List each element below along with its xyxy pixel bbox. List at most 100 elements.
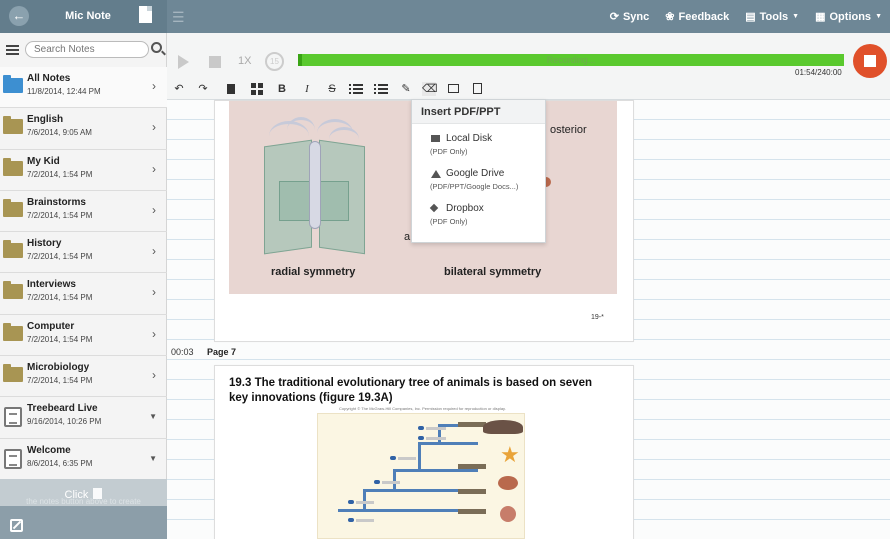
slide-text-fragment: a <box>404 231 411 243</box>
sidebar-item-microbiology[interactable]: Microbiology 7/2/2014, 1:54 PM › <box>0 356 167 398</box>
sidebar-item-treebeard-live[interactable]: Treebeard Live 9/16/2014, 10:26 PM ▼ <box>0 397 167 439</box>
chevron-right-icon: › <box>152 79 156 93</box>
sidebar-item-history[interactable]: History 7/2/2014, 1:54 PM › <box>0 232 167 274</box>
insert-image-icon[interactable] <box>448 84 459 93</box>
table-icon[interactable] <box>250 82 264 96</box>
top-nav: ⟳ Sync ❀ Feedback ▤ Tools ▼ ▦ Options ▼ <box>610 0 882 33</box>
strikethrough-icon[interactable]: S <box>325 82 339 96</box>
chevron-right-icon: › <box>152 368 156 383</box>
sidebar-header: ← Mic Note <box>0 0 167 33</box>
insert-from-google-drive[interactable]: Google Drive (PDF/PPT/Google Docs...) <box>412 159 545 194</box>
radial-symmetry-caption: radial symmetry <box>271 266 356 278</box>
folder-icon <box>3 157 23 176</box>
top-bar: ← Mic Note ☰ ⟳ Sync ❀ Feedback ▤ Tools ▼… <box>0 0 890 33</box>
slide-page-number: 19-* <box>591 314 604 321</box>
crustacean-illustration <box>498 476 518 490</box>
starfish-illustration: ★ <box>500 442 520 467</box>
folder-icon <box>3 75 23 93</box>
highlighter-icon[interactable]: ✎ <box>399 82 413 96</box>
recording-progress-bar[interactable]: Recording... <box>298 54 844 66</box>
numbered-list-icon[interactable] <box>374 82 389 96</box>
sidebar-item-welcome[interactable]: Welcome 8/6/2014, 6:35 PM ▼ <box>0 439 167 480</box>
sidebar-footer <box>0 506 167 539</box>
new-note-icon[interactable] <box>139 6 152 23</box>
menu-icon[interactable]: ☰ <box>172 9 185 26</box>
list-view-icon[interactable] <box>6 45 19 55</box>
create-note-hint-subtext: the notes button above to create <box>26 497 141 506</box>
sidebar-item-my-kid[interactable]: My Kid 7/2/2014, 1:54 PM › <box>0 150 167 191</box>
chevron-right-icon: › <box>152 326 156 341</box>
play-button[interactable] <box>178 55 189 69</box>
folder-icon <box>3 322 23 341</box>
sidebar: All Notes 11/8/2014, 12:44 PM › English … <box>0 33 167 539</box>
compose-icon[interactable] <box>10 519 23 532</box>
playback-speed[interactable]: 1X <box>238 55 251 67</box>
sidebar-item-brainstorms[interactable]: Brainstorms 7/2/2014, 1:54 PM › <box>0 191 167 233</box>
folder-icon <box>3 116 23 135</box>
bookmark-icon[interactable] <box>227 84 235 94</box>
toolbox-icon: ▤ <box>745 11 756 23</box>
tools-menu[interactable]: ▤ Tools ▼ <box>745 10 800 24</box>
insert-pdf-icon[interactable] <box>473 83 482 94</box>
audio-timestamp[interactable]: 00:03 <box>171 347 194 357</box>
slide-title: 19.3 The traditional evolutionary tree o… <box>229 377 593 404</box>
sync-button[interactable]: ⟳ Sync <box>609 10 650 24</box>
dropbox-icon <box>429 203 439 213</box>
sync-icon: ⟳ <box>609 11 619 23</box>
redo-icon[interactable]: ↷ <box>196 82 210 96</box>
caret-down-icon: ▼ <box>875 13 882 20</box>
sidebar-item-all-notes[interactable]: All Notes 11/8/2014, 12:44 PM › <box>0 67 167 109</box>
sidebar-item-computer[interactable]: Computer 7/2/2014, 1:54 PM › <box>0 315 167 357</box>
search-input[interactable] <box>25 41 149 58</box>
folder-icon <box>3 364 23 383</box>
feedback-button[interactable]: ❀ Feedback <box>665 10 729 24</box>
notebook-icon <box>4 407 22 428</box>
chevron-right-icon: › <box>152 161 156 176</box>
page-label: Page 7 <box>207 347 237 357</box>
insert-pdf-menu: Insert PDF/PPT Local Disk (PDF Only) Goo… <box>411 99 546 243</box>
hydra-illustration <box>259 117 367 255</box>
skip-back-button[interactable]: 15 <box>265 52 284 71</box>
format-toolbar: ↶ ↷ B I S ✎ ⌫ <box>167 78 890 100</box>
sidebar-item-interviews[interactable]: Interviews 7/2/2014, 1:54 PM › <box>0 273 167 315</box>
italic-icon[interactable]: I <box>300 82 314 96</box>
caret-down-icon: ▼ <box>792 13 800 20</box>
bold-icon[interactable]: B <box>275 82 289 96</box>
stop-recording-button[interactable] <box>853 44 887 78</box>
google-drive-icon <box>431 170 441 178</box>
feedback-icon: ❀ <box>665 11 675 23</box>
search-row <box>0 38 167 64</box>
hard-disk-icon <box>431 135 440 142</box>
worm-illustration <box>500 506 516 522</box>
options-menu[interactable]: ▦ Options ▼ <box>815 10 882 24</box>
insert-from-dropbox[interactable]: Dropbox (PDF Only) <box>412 194 545 229</box>
recording-bar: 1X 15 Recording... 01:54/240:00 <box>167 33 890 78</box>
folder-icon <box>3 281 23 300</box>
chevron-down-icon[interactable]: ▼ <box>149 412 157 421</box>
chevron-right-icon: › <box>152 244 156 259</box>
stop-playback-button[interactable] <box>209 56 221 68</box>
insert-from-local-disk[interactable]: Local Disk (PDF Only) <box>412 124 545 159</box>
chevron-right-icon: › <box>152 202 156 217</box>
bilateral-symmetry-caption: bilateral symmetry <box>444 266 542 278</box>
notebook-list: All Notes 11/8/2014, 12:44 PM › English … <box>0 67 167 480</box>
chevron-right-icon: › <box>152 120 156 135</box>
notebook-icon <box>4 448 22 469</box>
folder-icon <box>3 198 23 217</box>
bat-illustration <box>483 414 523 440</box>
recording-time: 01:54/240:00 <box>795 68 842 77</box>
slide-text-posterior: osterior <box>550 124 587 136</box>
eraser-icon[interactable]: ⌫ <box>422 82 438 96</box>
bullet-list-icon[interactable] <box>349 82 364 96</box>
slide-copyright: Copyright © The McGraw-Hill Companies, I… <box>339 406 506 411</box>
search-icon[interactable] <box>151 42 162 53</box>
chevron-down-icon[interactable]: ▼ <box>149 454 157 463</box>
sidebar-item-english[interactable]: English 7/6/2014, 9:05 AM › <box>0 108 167 150</box>
grid-icon: ▦ <box>815 11 826 23</box>
folder-icon <box>3 240 23 259</box>
evolutionary-tree-figure: ★ <box>317 413 525 539</box>
insert-pdf-menu-title: Insert PDF/PPT <box>412 100 545 124</box>
undo-icon[interactable]: ↶ <box>172 82 186 96</box>
chevron-right-icon: › <box>152 285 156 300</box>
recording-status: Recording... <box>546 55 596 65</box>
